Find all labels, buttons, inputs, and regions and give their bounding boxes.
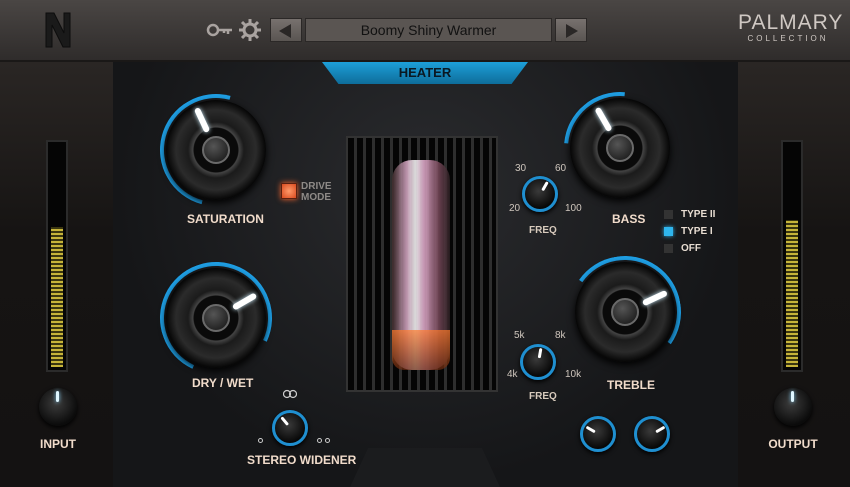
extra-knob-1-indicator (585, 425, 596, 434)
stereo-narrow-icon (258, 438, 263, 443)
saturation-label: SATURATION (187, 212, 264, 226)
treble-label: TREBLE (607, 378, 655, 392)
bass-freq-knob[interactable] (522, 176, 558, 212)
output-label: OUTPUT (768, 437, 818, 451)
preset-prev-button[interactable] (270, 18, 302, 42)
drywet-label: DRY / WET (192, 376, 254, 390)
drive-mode-led[interactable] (281, 183, 297, 199)
saturation-knob-indicator (193, 107, 211, 134)
top-bar: Boomy Shiny Warmer PALMARY COLLECTION (0, 0, 850, 62)
input-meter-fill (51, 227, 63, 367)
treble-tick-10k: 10k (565, 369, 582, 380)
input-knob[interactable] (39, 388, 77, 426)
stereo-knob-indicator (280, 416, 290, 426)
drive-mode-label: DRIVE MODE (301, 181, 332, 203)
bass-knob[interactable] (570, 98, 670, 198)
preset-name-display[interactable]: Boomy Shiny Warmer (305, 18, 552, 42)
treble-freq-label: FREQ (529, 391, 557, 402)
gear-icon[interactable] (238, 18, 262, 42)
brand-sub: COLLECTION (747, 34, 829, 43)
key-icon[interactable] (206, 22, 234, 38)
bass-freq-indicator (541, 181, 549, 192)
type-ii-option[interactable]: TYPE II (664, 209, 715, 221)
bass-knob-indicator (594, 106, 613, 133)
input-knob-indicator (56, 391, 59, 402)
preset-next-button[interactable] (555, 18, 587, 42)
stereo-widener-label: STEREO WIDENER (247, 453, 357, 467)
stereo-widener-knob[interactable] (272, 410, 308, 446)
drywet-knob-cap (202, 304, 230, 332)
extra-knob-2[interactable] (634, 416, 670, 452)
bass-knob-cap (606, 134, 634, 162)
saturation-knob-cap (202, 136, 230, 164)
stereo-wide-icon (283, 389, 297, 399)
treble-knob-indicator (641, 289, 668, 307)
drive-mode-line1: DRIVE (301, 181, 332, 192)
stereo-wide-dot-left-icon (317, 438, 322, 443)
treble-knob-cap (611, 298, 639, 326)
bass-tick-100: 100 (565, 203, 582, 214)
treble-knob[interactable] (575, 262, 675, 362)
extra-knob-1[interactable] (580, 416, 616, 452)
bass-label: BASS (612, 212, 646, 226)
treble-freq-indicator (537, 347, 543, 359)
output-meter-fill (786, 220, 798, 367)
drive-mode-line2: MODE (301, 192, 331, 203)
treble-freq-knob[interactable] (520, 344, 556, 380)
bass-freq-label: FREQ (529, 225, 557, 236)
drywet-knob[interactable] (166, 268, 266, 368)
logo-n-icon (45, 12, 71, 48)
tube-base (392, 330, 450, 370)
type-ii-label: TYPE II (681, 209, 716, 220)
output-knob[interactable] (774, 388, 812, 426)
output-knob-indicator (791, 391, 794, 402)
input-meter (46, 140, 68, 372)
brand-logo: PALMARY COLLECTION (738, 11, 844, 44)
heater-label: HEATER (398, 65, 452, 80)
off-option[interactable]: OFF (664, 243, 701, 255)
bass-tick-20: 20 (509, 203, 521, 214)
off-label: OFF (681, 243, 701, 254)
bass-tick-60: 60 (555, 163, 567, 174)
input-label: INPUT (40, 437, 76, 451)
bottom-notch (350, 448, 500, 487)
treble-tick-5k: 5k (514, 330, 525, 341)
stereo-wide-dot-right-icon (325, 438, 330, 443)
drywet-knob-indicator (231, 292, 258, 311)
bass-tick-30: 30 (515, 163, 527, 174)
treble-tick-8k: 8k (555, 330, 566, 341)
off-box (664, 243, 673, 253)
brand-name: PALMARY (738, 11, 844, 34)
type-i-label: TYPE I (681, 226, 713, 237)
type-ii-box (664, 209, 673, 219)
saturation-knob[interactable] (166, 100, 266, 200)
output-meter (781, 140, 803, 372)
type-i-box (664, 226, 673, 236)
type-i-option[interactable]: TYPE I (664, 226, 713, 238)
treble-tick-4k: 4k (507, 369, 518, 380)
extra-knob-2-indicator (655, 425, 666, 434)
